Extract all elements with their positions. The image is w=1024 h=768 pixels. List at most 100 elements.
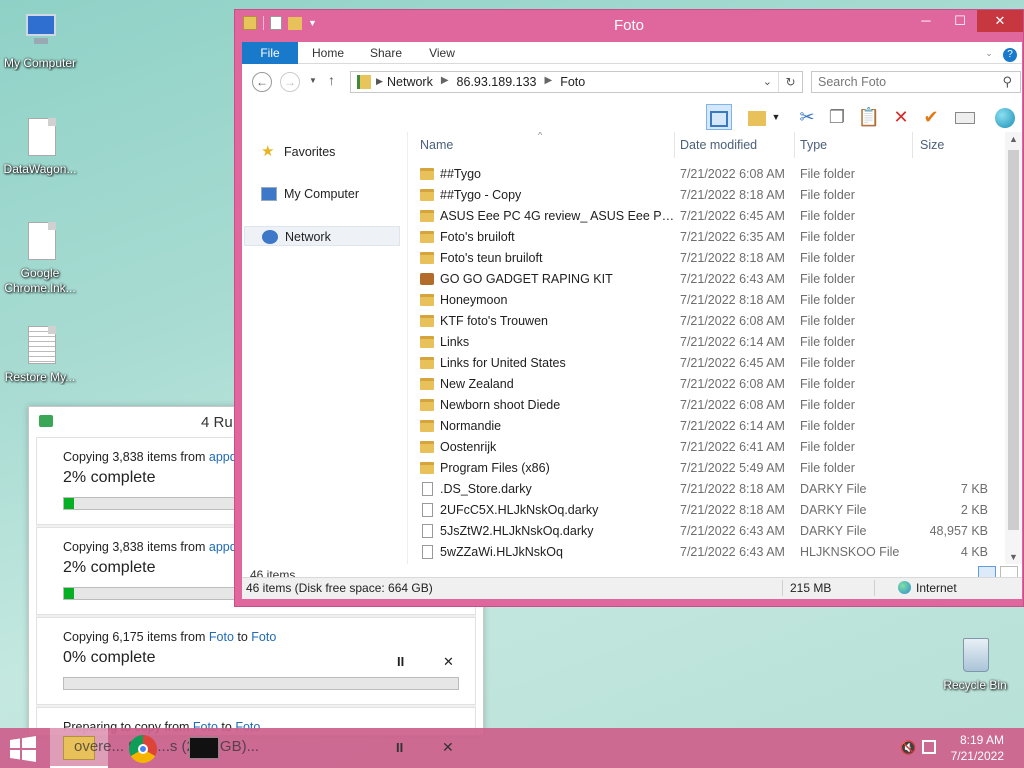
table-row[interactable]: 2UFcC5X.HLJkNskOq.darky 7/21/2022 8:18 AM… — [418, 500, 998, 521]
column-header-date[interactable]: Date modified — [680, 132, 757, 158]
network-tray-icon[interactable] — [922, 740, 936, 754]
row-type: File folder — [800, 461, 855, 475]
pause-button[interactable]: II — [397, 654, 404, 669]
explorer-content: File Home Share View ⌄ ? ← → ▼ ↑ ▶ Netwo… — [242, 42, 1022, 599]
nav-network[interactable]: Network — [244, 226, 400, 246]
copy-dest-link[interactable]: Foto — [251, 630, 276, 644]
tab-share[interactable]: Share — [364, 42, 408, 64]
table-row[interactable]: Program Files (x86) 7/21/2022 5:49 AM File… — [418, 458, 998, 479]
tab-view[interactable]: View — [422, 42, 462, 64]
breadcrumb-foto[interactable]: Foto — [560, 75, 585, 89]
copy-percent: 0% complete — [63, 649, 156, 666]
table-row[interactable]: 5JsZtW2.HLJkNskOq.darky 7/21/2022 6:43 AM… — [418, 521, 998, 542]
taskbar: overe... 957 ...s (20.8 GB)... II ✕ 🔇 8:… — [0, 728, 1024, 768]
start-button[interactable] — [8, 736, 38, 762]
nav-favorites[interactable]: ★ Favorites — [244, 142, 400, 162]
breadcrumb-network[interactable]: Network — [387, 75, 433, 89]
globe-icon[interactable] — [992, 104, 1018, 130]
help-icon[interactable]: ? — [1002, 42, 1018, 64]
scrollbar-thumb[interactable] — [1008, 150, 1019, 530]
up-button[interactable]: ↑ — [328, 72, 335, 88]
row-type: DARKY File — [800, 524, 867, 538]
volume-muted-icon[interactable]: 🔇 — [900, 740, 916, 756]
desktop-icon-google-chrome-lnk[interactable]: Google Chrome.lnk... — [0, 220, 80, 296]
forward-button[interactable]: → — [280, 72, 300, 92]
clock[interactable]: 8:19 AM 7/21/2022 — [951, 732, 1004, 764]
table-row[interactable]: New Zealand 7/21/2022 6:08 AM File folder — [418, 374, 998, 395]
row-date-modified: 7/21/2022 6:14 AM — [680, 335, 785, 349]
chevron-right-icon[interactable]: ▶ — [545, 75, 553, 89]
copy-icon[interactable]: ❐ — [824, 104, 850, 130]
delete-icon[interactable]: ✕ — [888, 104, 914, 130]
status-divider — [874, 580, 875, 596]
paste-icon[interactable]: 📋 — [856, 104, 882, 130]
table-row[interactable]: KTF foto's Trouwen 7/21/2022 6:08 AM File … — [418, 311, 998, 332]
table-row[interactable]: ASUS Eee PC 4G review_ ASUS Eee PC 4G ..… — [418, 206, 998, 227]
table-row[interactable]: .DS_Store.darky 7/21/2022 8:18 AM DARKY Fi… — [418, 479, 998, 500]
desktop-icon-restore-my[interactable]: Restore My... — [0, 324, 80, 385]
ribbon-expand-icon[interactable]: ⌄ — [982, 42, 996, 64]
back-button[interactable]: ← — [252, 72, 272, 92]
column-header-type[interactable]: Type — [800, 132, 827, 158]
preview-close-button[interactable]: ✕ — [442, 739, 454, 756]
table-row[interactable]: ##Tygo - Copy 7/21/2022 8:18 AM File folde… — [418, 185, 998, 206]
copy-operation: Copying 6,175 items from Foto to Foto 0%… — [36, 617, 476, 705]
preview-pause-button[interactable]: II — [396, 740, 403, 755]
table-row[interactable]: Normandie 7/21/2022 6:14 AM File folder — [418, 416, 998, 437]
properties-folder-icon[interactable] — [744, 104, 770, 130]
column-divider[interactable] — [912, 132, 913, 158]
preview-pane-icon[interactable] — [706, 104, 732, 130]
table-row[interactable]: ##Tygo 7/21/2022 6:08 AM File folder — [418, 164, 998, 185]
cancel-copy-button[interactable]: ✕ — [443, 654, 454, 670]
search-input[interactable] — [818, 74, 988, 90]
search-icon[interactable]: ⚲ — [1002, 74, 1012, 90]
address-dropdown-icon[interactable]: ⌄ — [763, 75, 772, 88]
column-header-size[interactable]: Size — [920, 132, 944, 158]
row-date-modified: 7/21/2022 6:14 AM — [680, 419, 785, 433]
table-row[interactable]: Foto's bruiloft 7/21/2022 6:35 AM File fol… — [418, 227, 998, 248]
taskbar-chrome[interactable] — [114, 728, 172, 768]
title-bar[interactable]: ▼ Foto ─ ☐ ✕ — [235, 10, 1023, 42]
desktop-icon-recycle-bin[interactable]: Recycle Bin — [935, 632, 1015, 693]
vertical-scrollbar[interactable]: ▲ ▼ — [1005, 132, 1022, 564]
tab-file[interactable]: File — [242, 42, 298, 64]
address-bar[interactable]: ▶ Network ▶ 86.93.189.133 ▶ Foto ⌄ ↻ — [350, 71, 803, 93]
column-header-name[interactable]: Name — [420, 132, 453, 158]
cut-icon[interactable]: ✂ — [794, 104, 820, 130]
copy-progress-fill — [64, 588, 74, 599]
table-row[interactable]: Foto's teun bruiloft 7/21/2022 8:18 AM Fil… — [418, 248, 998, 269]
chevron-down-icon[interactable]: ▼ — [770, 104, 782, 130]
minimize-button[interactable]: ─ — [909, 10, 943, 32]
search-box: ⚲ — [811, 71, 1021, 93]
row-date-modified: 7/21/2022 8:18 AM — [680, 293, 785, 307]
scroll-up-icon[interactable]: ▲ — [1005, 134, 1022, 144]
drive-icon[interactable] — [952, 104, 978, 130]
table-row[interactable]: Links 7/21/2022 6:14 AM File folder — [418, 332, 998, 353]
scroll-down-icon[interactable]: ▼ — [1005, 552, 1022, 562]
table-row[interactable]: GO GO GADGET RAPING KIT 7/21/2022 6:43 AM… — [418, 269, 998, 290]
chevron-right-icon[interactable]: ▶ — [441, 75, 449, 89]
column-divider[interactable] — [794, 132, 795, 158]
table-row[interactable]: Oostenrijk 7/21/2022 6:41 AM File folder — [418, 437, 998, 458]
table-row[interactable]: Newborn shoot Diede 7/21/2022 6:08 AM File… — [418, 395, 998, 416]
desktop-icon-datawagon[interactable]: DataWagon... — [0, 116, 80, 177]
maximize-button[interactable]: ☐ — [943, 10, 977, 32]
breadcrumb-host[interactable]: 86.93.189.133 — [457, 75, 537, 89]
recent-locations-icon[interactable]: ▼ — [309, 76, 317, 85]
nav-my-computer[interactable]: My Computer — [244, 184, 400, 204]
rename-icon[interactable]: ✔ — [918, 104, 944, 130]
table-row[interactable]: Links for United States 7/21/2022 6:45 AM… — [418, 353, 998, 374]
copy-progress-bar — [63, 677, 459, 690]
close-button[interactable]: ✕ — [977, 10, 1023, 32]
desktop-icon-my-computer[interactable]: My Computer — [0, 10, 80, 71]
tab-home[interactable]: Home — [306, 42, 350, 64]
copy-source-link[interactable]: Foto — [209, 630, 234, 644]
column-divider[interactable] — [674, 132, 675, 158]
refresh-icon[interactable]: ↻ — [778, 72, 802, 92]
table-row[interactable]: 5wZZaWi.HLJkNskOq 7/21/2022 6:43 AM HLJKNS… — [418, 542, 998, 563]
taskbar-command-prompt[interactable] — [176, 728, 234, 768]
star-icon: ★ — [261, 143, 275, 160]
table-row[interactable]: Honeymoon 7/21/2022 8:18 AM File folder — [418, 290, 998, 311]
row-type: File folder — [800, 167, 855, 181]
row-type: File folder — [800, 356, 855, 370]
